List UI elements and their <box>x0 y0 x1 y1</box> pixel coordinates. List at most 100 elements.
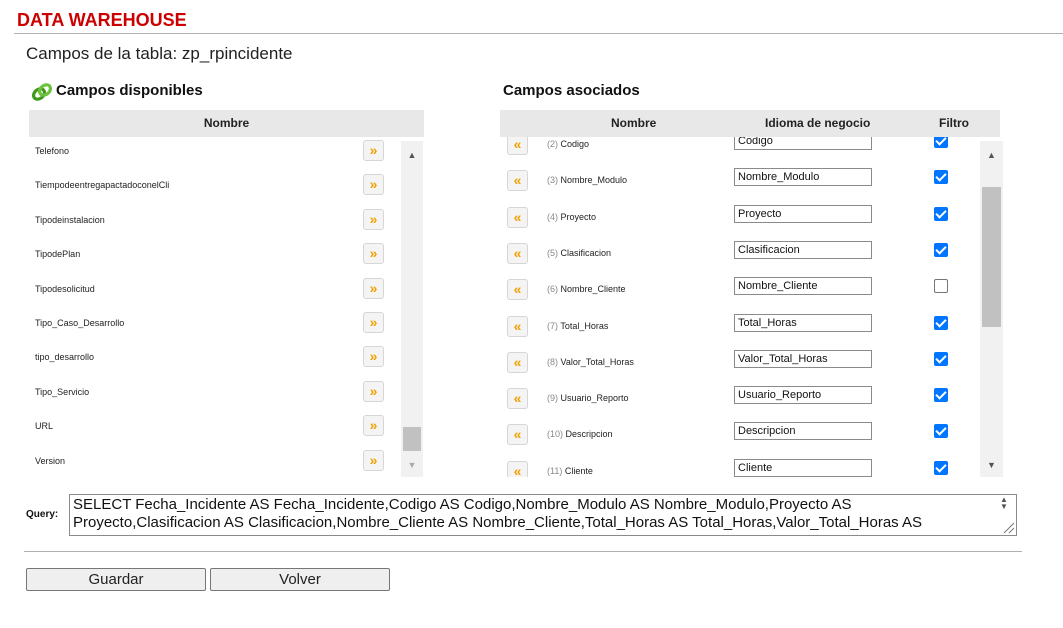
business-name-input[interactable] <box>734 458 872 477</box>
remove-field-button[interactable]: « <box>507 388 528 410</box>
filter-checkbox[interactable] <box>934 424 948 439</box>
field-name: TipodePlan <box>35 249 81 260</box>
field-label: Proyecto <box>560 211 597 222</box>
field-name: tipo_desarrollo <box>35 352 95 363</box>
field-name: Telefono <box>35 146 70 156</box>
associated-fields-title: Campos asociados <box>503 82 640 99</box>
associated-name-header: Nombre <box>611 116 657 130</box>
associated-field-row: « (5) Clasificacion <box>500 240 978 276</box>
available-scrollbar[interactable]: ▲ ▼ <box>401 141 423 477</box>
business-name-input[interactable] <box>734 386 872 405</box>
back-button[interactable]: Volver <box>210 568 390 591</box>
filter-checkbox[interactable] <box>934 137 948 148</box>
filter-checkbox[interactable] <box>934 460 948 475</box>
filter-checkbox[interactable] <box>934 206 948 221</box>
business-name-input[interactable] <box>734 137 872 150</box>
filter-checkbox[interactable] <box>934 242 948 257</box>
business-name-input[interactable] <box>734 422 872 441</box>
available-field-row: URL » <box>29 412 401 446</box>
add-field-button[interactable]: » <box>363 208 384 230</box>
remove-field-button[interactable]: « <box>507 137 528 155</box>
field-index: (8) <box>547 356 558 367</box>
associated-field-row: « (10) Descripcion <box>500 421 978 457</box>
field-index: (11) <box>547 465 563 476</box>
remove-field-button[interactable]: « <box>507 279 528 301</box>
scrollbar-thumb[interactable] <box>982 187 1001 327</box>
remove-field-button[interactable]: « <box>507 351 528 373</box>
resize-handle-icon[interactable] <box>1001 520 1015 534</box>
field-name: TiempodeentregapactadoconelCli <box>35 180 170 191</box>
business-name-input[interactable] <box>734 313 872 332</box>
remove-field-button[interactable]: « <box>507 170 528 192</box>
add-field-button[interactable]: » <box>363 140 384 161</box>
business-name-input[interactable] <box>734 204 872 223</box>
associated-field-row: « (9) Usuario_Reporto <box>500 385 978 421</box>
associated-scrollbar[interactable]: ▲ ▼ <box>980 141 1003 477</box>
remove-field-button[interactable]: « <box>507 424 528 446</box>
field-label: Valor_Total_Horas <box>560 356 634 367</box>
business-name-input[interactable] <box>734 277 872 296</box>
add-field-button[interactable]: » <box>363 449 384 471</box>
field-name: Tipodesolicitud <box>35 283 95 294</box>
field-name: (3) Nombre_Modulo <box>547 175 627 185</box>
title-divider <box>14 33 1063 34</box>
scrollbar-thumb[interactable] <box>403 427 421 451</box>
associated-fields-list: « (2) Codigo « (3) Nombre_Modulo « (4) Proyec… <box>500 137 978 477</box>
link-icon <box>31 83 53 101</box>
filter-checkbox[interactable] <box>934 279 948 294</box>
field-name: (11) Cliente <box>547 466 593 476</box>
scroll-down-icon[interactable]: ▼ <box>980 457 1003 473</box>
add-field-button[interactable]: » <box>363 277 384 299</box>
add-field-button[interactable]: » <box>363 346 384 368</box>
field-index: (5) <box>547 247 558 258</box>
add-field-button[interactable]: » <box>363 380 384 402</box>
available-field-row: Tipo_Servicio » <box>29 378 401 412</box>
save-button[interactable]: Guardar <box>26 568 206 591</box>
field-name: URL <box>35 421 54 432</box>
field-index: (2) <box>547 139 558 149</box>
available-field-row: tipo_desarrollo » <box>29 343 401 377</box>
business-name-input[interactable] <box>734 349 872 368</box>
associated-field-row: « (11) Cliente <box>500 458 978 477</box>
filter-checkbox[interactable] <box>934 388 948 403</box>
add-field-button[interactable]: » <box>363 312 384 333</box>
add-field-button[interactable]: » <box>363 415 384 437</box>
available-field-row: Telefono » <box>29 137 401 171</box>
remove-field-button[interactable]: « <box>507 206 528 228</box>
field-name: (10) Descripcion <box>547 429 613 439</box>
associated-field-row: « (8) Valor_Total_Horas <box>500 349 978 385</box>
available-field-row: Version » <box>29 447 401 477</box>
filter-checkbox[interactable] <box>934 351 948 366</box>
query-textarea[interactable]: SELECT Fecha_Incidente AS Fecha_Incident… <box>69 494 1017 536</box>
scroll-up-icon[interactable]: ▲ <box>401 147 423 163</box>
filter-checkbox[interactable] <box>934 315 948 330</box>
business-name-input[interactable] <box>734 168 872 187</box>
business-name-input[interactable] <box>734 240 872 259</box>
business-language-header: Idioma de negocio <box>765 116 871 130</box>
filter-header: Filtro <box>939 116 969 130</box>
add-field-button[interactable]: » <box>363 243 384 265</box>
associated-header: Nombre Idioma de negocio Filtro <box>500 110 1000 137</box>
available-fields-title: Campos disponibles <box>56 82 203 99</box>
field-label: Nombre_Modulo <box>560 175 628 186</box>
scroll-down-icon[interactable]: ▼ <box>401 457 423 473</box>
remove-field-button[interactable]: « <box>507 242 528 264</box>
remove-field-button[interactable]: « <box>507 315 528 337</box>
field-name: (9) Usuario_Reporto <box>547 393 629 403</box>
associated-field-row: « (2) Codigo <box>500 137 978 167</box>
field-index: (7) <box>547 320 558 331</box>
footer-divider <box>24 551 1022 552</box>
field-label: Total_Horas <box>560 320 609 331</box>
field-name: (7) Total_Horas <box>547 321 608 331</box>
page-title: Campos de la tabla: zp_rpincidente <box>26 44 293 63</box>
add-field-button[interactable]: » <box>363 174 384 196</box>
scroll-up-icon[interactable]: ▲ <box>980 147 1003 163</box>
field-label: Clasificacion <box>560 247 612 258</box>
field-name: (5) Clasificacion <box>547 248 611 258</box>
field-index: (4) <box>547 211 558 222</box>
available-name-header: Nombre <box>29 110 424 137</box>
available-field-row: Tipodeinstalacion » <box>29 206 401 240</box>
query-spinner-icon[interactable]: ▲ ▼ <box>994 496 1014 511</box>
remove-field-button[interactable]: « <box>507 460 528 477</box>
filter-checkbox[interactable] <box>934 170 948 185</box>
